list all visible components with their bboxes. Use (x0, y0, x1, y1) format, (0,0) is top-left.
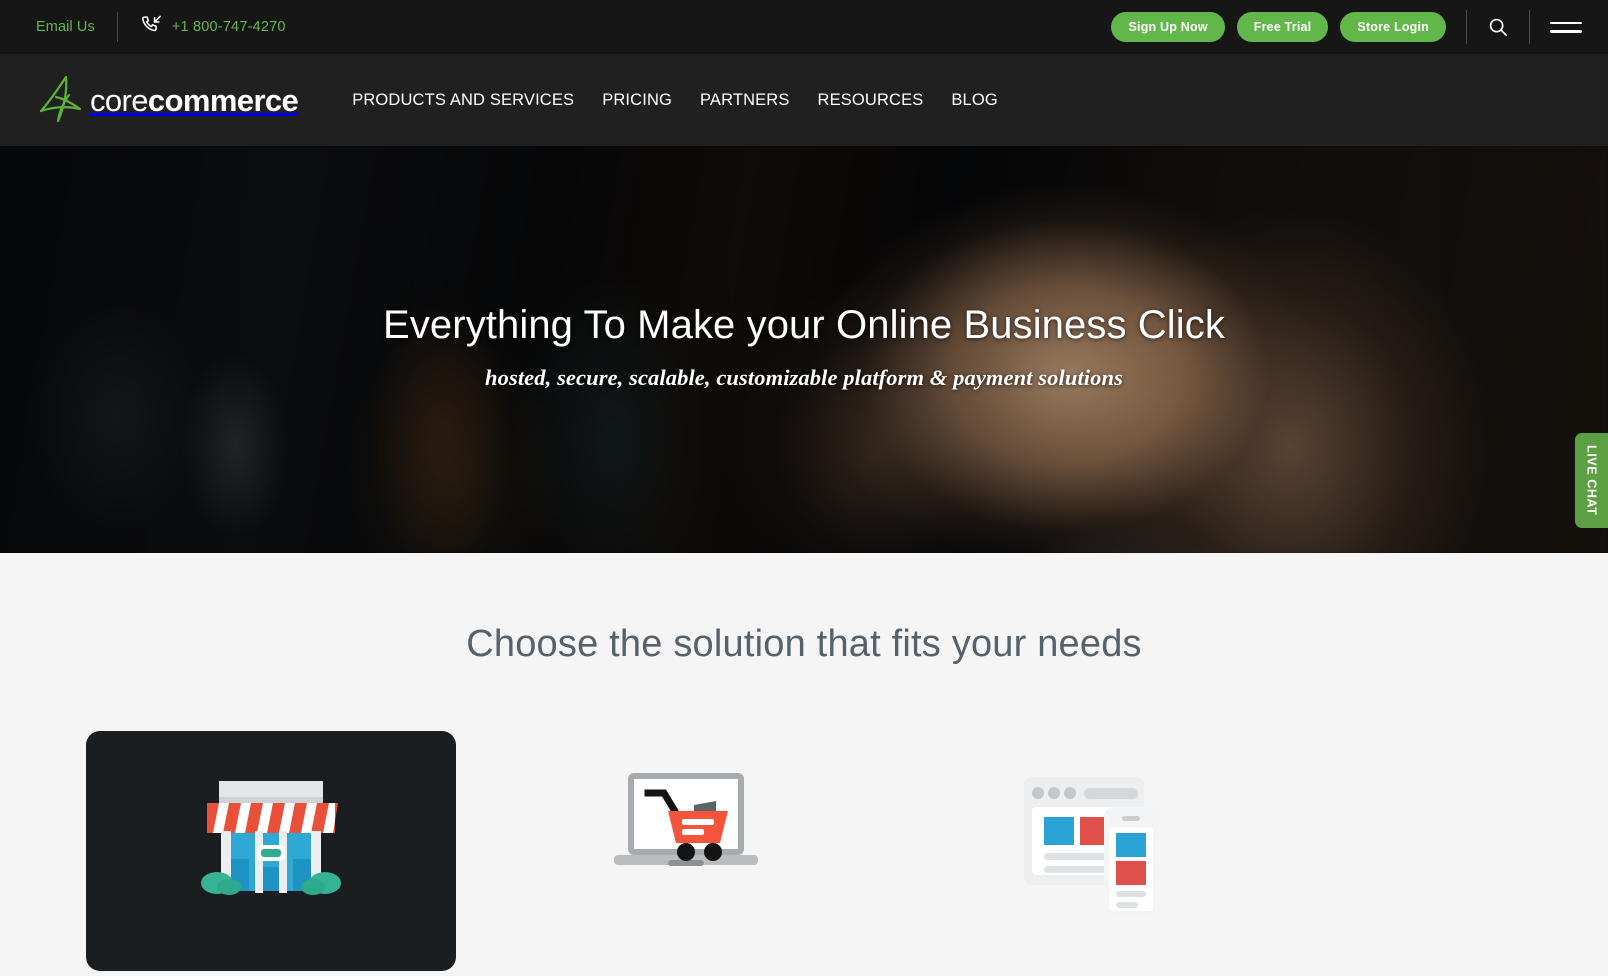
laptop-shopping-cart-icon (612, 767, 760, 884)
free-trial-button[interactable]: Free Trial (1236, 12, 1329, 42)
solutions-section: Choose the solution that fits your needs (0, 553, 1608, 976)
card-responsive-design[interactable] (916, 731, 1286, 971)
page-title: Choose the solution that fits your needs (466, 623, 1142, 665)
logo-home-link[interactable]: corecommerce (36, 73, 299, 127)
logo-wordmark: corecommerce (90, 82, 299, 118)
hero-title: Everything To Make your Online Business … (383, 303, 1225, 347)
card-storefront[interactable] (86, 731, 456, 971)
divider (1529, 10, 1530, 44)
card-online-store[interactable] (501, 731, 871, 971)
live-chat-tab[interactable]: LIVE CHAT (1575, 433, 1608, 528)
topbar-actions: Sign Up Now Free Trial Store Login (1099, 10, 1582, 44)
nav-partners[interactable]: PARTNERS (686, 91, 804, 110)
hero-subtitle: hosted, secure, scalable, customizable p… (485, 365, 1123, 390)
logo-word-commerce: commerce (147, 82, 299, 118)
nav-pricing[interactable]: PRICING (588, 91, 686, 110)
phone-link[interactable]: +1 800-747-4270 (140, 14, 286, 41)
nav-blog[interactable]: BLOG (937, 91, 1011, 110)
search-icon[interactable] (1487, 16, 1509, 38)
nav-products-and-services[interactable]: PRODUCTS AND SERVICES (338, 91, 588, 110)
corecommerce-star-icon (36, 73, 84, 127)
solution-cards (0, 731, 1608, 971)
phone-number[interactable]: +1 800-747-4270 (172, 19, 286, 35)
hamburger-menu-icon[interactable] (1550, 16, 1582, 38)
divider (116, 12, 118, 42)
main-navigation-bar: corecommerce PRODUCTS AND SERVICES PRICI… (0, 54, 1608, 146)
divider (1466, 10, 1467, 44)
email-us-link[interactable]: Email Us (36, 19, 95, 35)
topbar-contact-group: Email Us +1 800-747-4270 (36, 12, 286, 42)
responsive-web-mobile-icon (1022, 767, 1180, 922)
store-login-button[interactable]: Store Login (1340, 12, 1446, 42)
nav-resources[interactable]: RESOURCES (804, 91, 938, 110)
storefront-icon (195, 767, 347, 904)
phone-incoming-icon (140, 14, 162, 41)
top-utility-bar: Email Us +1 800-747-4270 Sign Up Now Fre… (0, 0, 1608, 54)
primary-nav-links: PRODUCTS AND SERVICES PRICING PARTNERS R… (338, 91, 1012, 110)
sign-up-now-button[interactable]: Sign Up Now (1111, 12, 1225, 42)
hero-banner: Everything To Make your Online Business … (0, 146, 1608, 553)
logo-word-core: core (90, 82, 149, 118)
live-chat-label: LIVE CHAT (1584, 445, 1599, 516)
hero-copy: Everything To Make your Online Business … (0, 302, 1608, 391)
